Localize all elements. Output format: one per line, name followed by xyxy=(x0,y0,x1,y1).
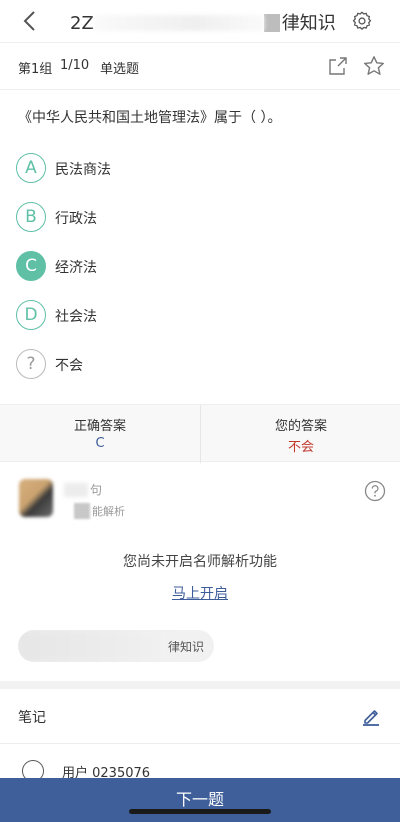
correct-answer: 正确答案 C xyxy=(0,405,200,463)
analysis-locked-notice: 您尚未开启名师解析功能 xyxy=(123,554,277,570)
correct-answer-label: 正确答案 xyxy=(73,419,126,434)
home-indicator[interactable] xyxy=(129,809,271,814)
teacher-analysis: 句 能解析 您尚未开启名师解析功能 马上开启 律知识 xyxy=(0,463,400,681)
share-icon[interactable] xyxy=(327,55,349,77)
pen-icon[interactable] xyxy=(360,705,382,727)
star-icon[interactable] xyxy=(363,55,385,77)
knowledge-tag-redacted xyxy=(18,630,168,662)
question-type: 单选题 xyxy=(100,62,140,77)
chevron-left-icon[interactable] xyxy=(18,8,44,34)
option-text: 行政法 xyxy=(55,211,97,227)
option-text: 民法商法 xyxy=(55,162,111,178)
option-c[interactable]: C 经济法 xyxy=(16,251,376,283)
option-a[interactable]: A 民法商法 xyxy=(16,153,376,185)
option-letter: ? xyxy=(16,349,46,379)
teacher-name: 句 xyxy=(90,483,103,497)
open-now-link[interactable]: 马上开启 xyxy=(0,583,400,603)
teacher-subtitle: 能解析 xyxy=(92,505,125,518)
gear-icon[interactable] xyxy=(351,10,373,32)
option-text: 经济法 xyxy=(55,260,97,276)
question-progress: 1/10 xyxy=(60,58,90,73)
option-letter: A xyxy=(16,153,46,183)
option-d[interactable]: D 社会法 xyxy=(16,300,376,332)
group-label: 第1组 xyxy=(18,62,53,77)
notes-header: 笔记 xyxy=(0,689,400,744)
option-dont-know[interactable]: ? 不会 xyxy=(16,349,376,381)
option-letter: B xyxy=(16,202,46,232)
teacher-subtitle-redacted xyxy=(74,503,90,519)
option-b[interactable]: B 行政法 xyxy=(16,202,376,234)
teacher-name-redacted xyxy=(64,483,88,497)
question-text: 《中华人民共和国土地管理法》属于（ ）。 xyxy=(18,110,282,126)
knowledge-tag[interactable]: 律知识 xyxy=(18,630,214,662)
correct-answer-value: C xyxy=(95,436,105,451)
title-redacted-block xyxy=(263,14,280,32)
title-redacted xyxy=(93,15,264,31)
question-circle-icon[interactable] xyxy=(364,480,386,502)
your-answer-label: 您的答案 xyxy=(274,419,327,434)
option-letter: D xyxy=(16,300,46,330)
page-title: 2Z 律知识 xyxy=(70,9,336,35)
title-suffix: 律知识 xyxy=(281,13,336,34)
next-question-button[interactable]: 下一题 xyxy=(0,778,400,822)
top-bar: 2Z 律知识 xyxy=(0,0,400,43)
title-prefix: 2Z xyxy=(70,13,94,34)
answer-summary: 正确答案 C 您的答案 不会 xyxy=(0,404,400,463)
avatar xyxy=(19,479,53,517)
your-answer: 您的答案 不会 xyxy=(200,405,400,463)
section-divider xyxy=(0,681,400,689)
knowledge-tag-label: 律知识 xyxy=(168,640,205,654)
notes-title: 笔记 xyxy=(18,710,46,726)
option-text: 不会 xyxy=(55,358,83,374)
your-answer-value: 不会 xyxy=(287,440,314,455)
option-letter: C xyxy=(16,251,46,281)
option-text: 社会法 xyxy=(55,309,97,325)
